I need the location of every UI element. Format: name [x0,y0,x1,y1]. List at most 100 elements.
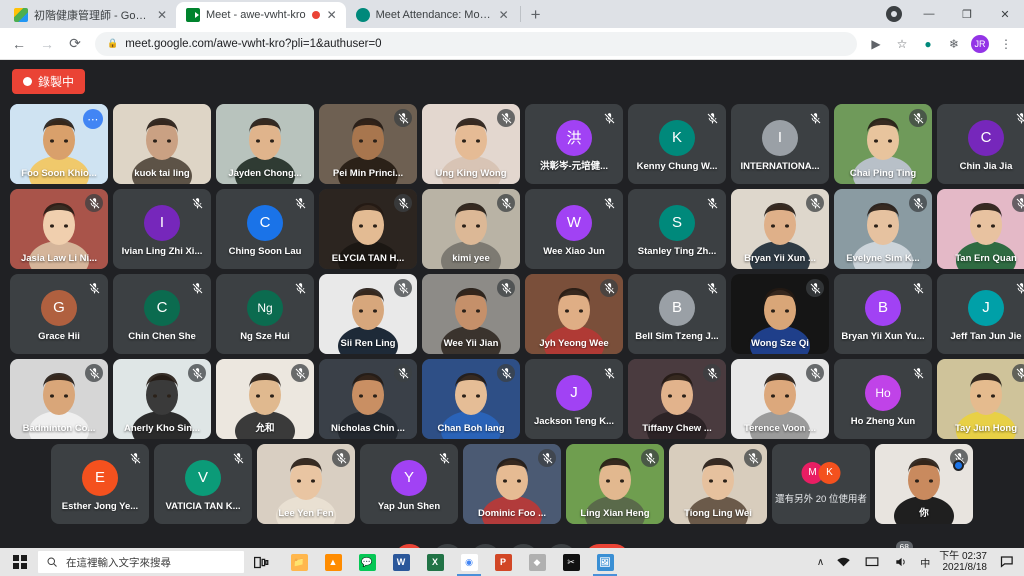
participant-tile[interactable]: K Kenny Chung W... [628,104,726,184]
taskbar-app-google-chrome[interactable]: ◉ [452,548,486,576]
volume-icon[interactable] [891,552,911,572]
taskbar-app-capcut[interactable]: ✂ [554,548,588,576]
taskbar-app-file-explorer[interactable]: 📁 [282,548,316,576]
participant-tile[interactable]: Jasia Law Li Ni... [10,189,108,269]
participant-tile[interactable]: ELYCIA TAN H... [319,189,417,269]
participant-tile[interactable]: 允和 [216,359,314,439]
start-button[interactable] [2,548,38,576]
browser-tab-1[interactable]: Meet - awe-vwht-kro ✕ [176,2,346,28]
back-button[interactable]: ← [6,31,32,57]
participant-tile[interactable]: E Esther Jong Ye... [51,444,149,524]
tab-strip: 初階健康管理師 - Google 雲端硬... ✕ Meet - awe-vwh… [0,0,1024,28]
chrome-menu-icon[interactable]: ⋮ [994,32,1018,56]
participant-tile[interactable]: Chai Ping Ting [834,104,932,184]
taskbar-app-microsoft-excel[interactable]: X [418,548,452,576]
participant-tile[interactable]: kuok tai ling [113,104,211,184]
participant-tile[interactable]: W Wee Xiao Jun [525,189,623,269]
participant-tile[interactable]: Nicholas Chin ... [319,359,417,439]
participant-tile[interactable]: Evelyne Sim K... [834,189,932,269]
participant-tile[interactable]: Tay Jun Hong [937,359,1024,439]
avatar: Y [391,459,427,496]
close-window-button[interactable]: ✕ [986,0,1024,28]
participant-tile[interactable]: Ho Ho Zheng Xun [834,359,932,439]
participant-tile[interactable]: Wong Sze Qi [731,274,829,354]
participant-tile[interactable]: Y Yap Jun Shen [360,444,458,524]
participant-tile[interactable]: Bryan Yii Xun ... [731,189,829,269]
participant-tile[interactable]: B Bryan Yii Xun Yu... [834,274,932,354]
participant-tile[interactable]: Foo Soon Khio... ⋯ [10,104,108,184]
mic-off-icon [435,449,453,467]
participant-tile[interactable]: 你 [875,444,973,524]
participant-name: Anerly Kho Sin... [123,423,200,434]
participant-tile[interactable]: Jyh Yeong Wee [525,274,623,354]
participant-tile[interactable]: Jayden Chong... [216,104,314,184]
participant-tile[interactable]: Ung King Wong [422,104,520,184]
taskbar-app-powerpoint[interactable]: P [486,548,520,576]
reload-button[interactable]: ⟳ [62,31,88,57]
bookmark-star-icon[interactable]: ☆ [890,32,914,56]
powerpoint-icon: P [494,553,512,571]
participant-tile[interactable]: J Jeff Tan Jun Jie [937,274,1024,354]
ime-indicator[interactable]: 中 [920,555,930,570]
participant-tile[interactable]: Ling Xian Heng [566,444,664,524]
participant-tile[interactable]: 洪洪彰岑-元培健... [525,104,623,184]
show-hidden-icons-button[interactable]: ∧ [817,557,824,568]
participant-tile[interactable]: Dominic Foo ... [463,444,561,524]
taskbar-app-photos[interactable]: 🖼 [588,548,622,576]
participant-tile[interactable]: Sii Ren Ling [319,274,417,354]
participant-tile[interactable]: Chan Boh lang [422,359,520,439]
participant-tile[interactable]: Tiong Ling Wei [669,444,767,524]
task-view-button[interactable] [244,548,278,576]
close-icon[interactable]: ✕ [326,9,338,21]
taskbar-clock[interactable]: 下午 02:37 2021/8/18 [939,551,987,574]
taskbar-app-line-messenger[interactable]: 💬 [350,548,384,576]
video-camera-icon[interactable]: ▶ [864,32,888,56]
address-bar[interactable]: 🔒 meet.google.com/awe-vwht-kro?pli=1&aut… [95,31,857,56]
forward-button[interactable]: → [34,31,60,57]
participant-tile[interactable]: Badminton Co... [10,359,108,439]
participant-tile[interactable]: Terence Voon ... [731,359,829,439]
avatar[interactable]: JR [971,34,989,53]
participant-tile[interactable]: V VATICIA TAN K... [154,444,252,524]
taskbar-app-vlc-media-player[interactable]: ▲ [316,548,350,576]
maximize-button[interactable]: ❐ [948,0,986,28]
browser-tab-0[interactable]: 初階健康管理師 - Google 雲端硬... ✕ [4,2,176,28]
taskbar-app-microsoft-word[interactable]: W [384,548,418,576]
minimize-button[interactable]: — [910,0,948,28]
line-messenger-icon: 💬 [358,553,376,571]
extension-meet-icon[interactable]: ● [916,32,940,56]
participant-tile[interactable]: B Bell Sim Tzeng J... [628,274,726,354]
browser-tab-2[interactable]: Meet Attendance: Monitor ✕ [346,2,518,28]
close-icon[interactable]: ✕ [498,9,510,21]
taskbar-search-input[interactable]: 在這裡輸入文字來搜尋 [38,551,244,573]
participant-tile[interactable]: Pei Min Princi... [319,104,417,184]
participant-tile[interactable]: C Ching Soon Lau [216,189,314,269]
participant-tile[interactable]: Anerly Kho Sin... [113,359,211,439]
participant-tile[interactable]: S Stanley Ting Zh... [628,189,726,269]
participant-name: Chan Boh lang [437,423,505,434]
participant-tile[interactable]: I Ivian Ling Zhi Xi... [113,189,211,269]
participant-tile[interactable]: Wee Yii Jian [422,274,520,354]
participant-name: Jeff Tan Jun Jie [950,331,1022,342]
mic-off-icon [394,194,412,212]
participant-tile[interactable]: Tiffany Chew ... [628,359,726,439]
taskbar-app-adobe-reader[interactable]: ◆ [520,548,554,576]
close-icon[interactable]: ✕ [156,9,168,21]
participant-tile[interactable]: Ng Ng Sze Hui [216,274,314,354]
participant-tile[interactable]: C Chin Chen She [113,274,211,354]
participant-tile[interactable]: J Jackson Teng K... [525,359,623,439]
chrome-profile-icon[interactable] [886,6,902,22]
extensions-puzzle-icon[interactable]: ❄ [942,32,966,56]
overflow-participants-tile[interactable]: M K 還有另外 20 位使用者 [772,444,870,524]
action-center-icon[interactable] [996,552,1016,572]
participant-tile[interactable]: Lee Yen Fen [257,444,355,524]
network-icon[interactable] [833,552,853,572]
display-icon[interactable] [862,552,882,572]
participant-tile[interactable]: G Grace Hii [10,274,108,354]
new-tab-button[interactable]: + [523,6,549,23]
participant-tile[interactable]: I INTERNATIONA... [731,104,829,184]
more-options-icon[interactable]: ⋯ [83,109,103,129]
participant-tile[interactable]: C Chin Jia Jia [937,104,1024,184]
participant-tile[interactable]: Tan Ern Quan [937,189,1024,269]
participant-tile[interactable]: kimi yee [422,189,520,269]
